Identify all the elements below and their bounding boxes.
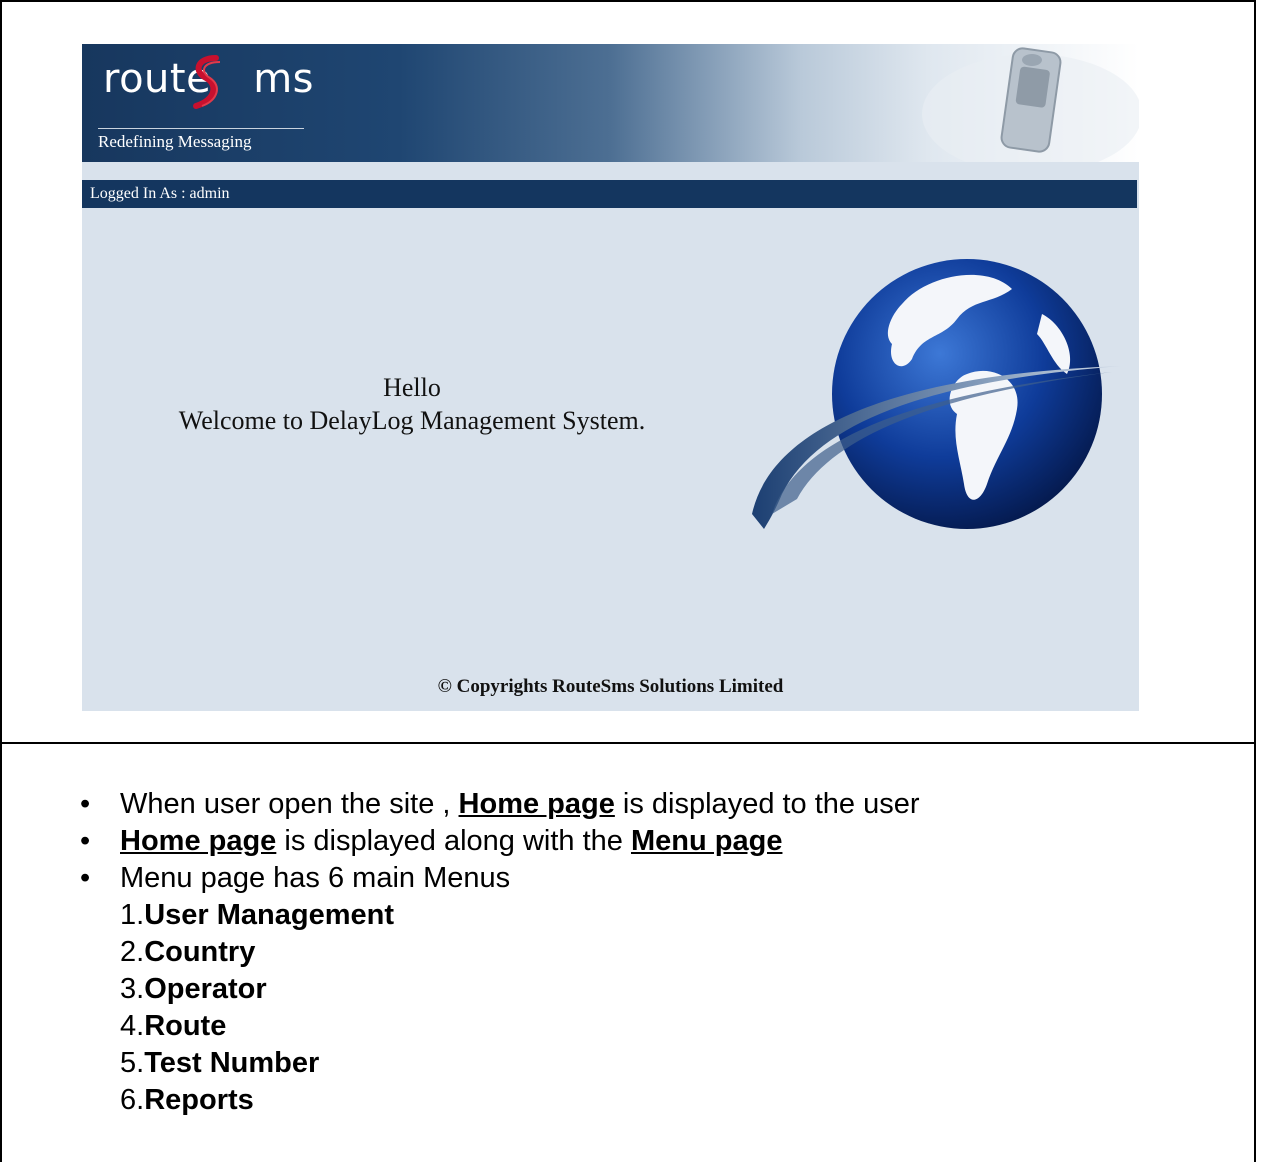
menu-number: 3. (120, 973, 145, 1005)
welcome-hello: Hello (383, 373, 441, 402)
home-page-reference: Home page (120, 825, 277, 857)
menu-label: Reports (144, 1084, 254, 1116)
note-text: is displayed along with the (276, 825, 631, 857)
note-bullet-3: Menu page has 6 main Menus 1.User Manage… (80, 860, 920, 1119)
menu-number: 6. (120, 1084, 145, 1116)
menu-item: 3.Operator (120, 971, 920, 1008)
menu-number: 4. (120, 1010, 145, 1042)
logo-divider (98, 128, 304, 129)
menu-number: 1. (120, 899, 145, 931)
menu-label: Country (144, 936, 256, 968)
logo-swirl-icon (193, 55, 221, 109)
app-screenshot: route ms Redefining Messaging Logged In A… (82, 44, 1139, 711)
login-status-bar: Logged In As : admin (82, 180, 1137, 208)
menu-item: 6.Reports (120, 1082, 920, 1119)
note-text: Menu page has 6 main Menus (120, 862, 511, 894)
logged-in-user-text: Logged In As : admin (90, 185, 230, 202)
mobile-phone-icon (922, 47, 1139, 162)
menu-number: 5. (120, 1047, 145, 1079)
menu-page-reference: Menu page (630, 825, 783, 857)
logo-tagline: Redefining Messaging (98, 132, 252, 151)
menu-item: 1.User Management (120, 897, 920, 934)
note-bullet-2: Home page is displayed along with the Me… (80, 823, 920, 860)
note-text: is displayed to the user (614, 788, 920, 820)
home-page-reference: Home page (458, 788, 615, 820)
menu-label: Test Number (144, 1047, 320, 1079)
globe-icon (752, 259, 1122, 529)
welcome-message: Hello Welcome to DelayLog Management Sys… (82, 371, 742, 437)
menu-label: User Management (144, 899, 394, 931)
menu-item: 4.Route (120, 1008, 920, 1045)
welcome-system-name: Welcome to DelayLog Management System. (178, 406, 646, 435)
menu-item: 2.Country (120, 934, 920, 971)
logo-right-text: ms (253, 56, 314, 102)
menu-number: 2. (120, 936, 145, 968)
notes-list: When user open the site , Home page is d… (80, 786, 920, 1119)
menu-label: Route (144, 1010, 227, 1042)
copyright-footer: © Copyrights RouteSms Solutions Limited (437, 676, 784, 697)
menu-item: 5.Test Number (120, 1045, 920, 1082)
note-bullet-1: When user open the site , Home page is d… (80, 786, 920, 823)
main-menus-list: 1.User Management 2.Country 3.Operator 4… (120, 897, 920, 1119)
menu-label: Operator (144, 973, 267, 1005)
note-text: When user open the site , (120, 788, 459, 820)
header-banner: route ms Redefining Messaging (82, 44, 1139, 162)
